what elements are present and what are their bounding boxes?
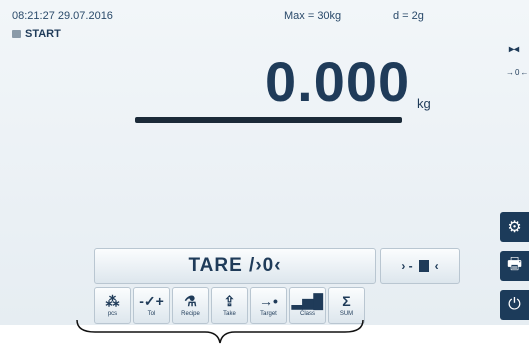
max-capacity: Max = 30kg	[284, 10, 342, 22]
flask-icon: ⚗	[184, 293, 197, 309]
print-button[interactable]: 🖶	[500, 251, 529, 281]
division: d = 2g	[393, 10, 424, 22]
tare-button[interactable]: TARE /›0‹	[94, 248, 376, 284]
weight-unit: kg	[417, 96, 431, 111]
power-button[interactable]: ⏻	[500, 290, 529, 320]
printer-icon: 🖶	[506, 255, 523, 273]
tolerance-label: Tol	[147, 311, 156, 317]
capacity-bar	[135, 117, 402, 123]
mode-label: START	[25, 28, 61, 40]
tolerance-icon: -✓+	[139, 293, 164, 309]
scale-screen: 08:21:27 29.07.2016 Max = 30kg d = 2g ST…	[0, 0, 529, 325]
class-label: Class	[299, 311, 315, 317]
upload-icon: ⇪	[223, 293, 236, 309]
zero-right-arrow-icon: ‹	[434, 259, 439, 273]
gear-icon: ⚙	[507, 219, 522, 236]
sum-label: SUM	[339, 311, 354, 317]
pcs-icon: ⁂	[105, 293, 120, 309]
stability-indicator: ▸◂	[509, 44, 520, 55]
weight-value: 0.000	[265, 50, 411, 113]
pcs-label: pcs	[107, 311, 118, 317]
datetime: 08:21:27 29.07.2016	[12, 10, 113, 22]
weight-block-icon	[418, 260, 429, 272]
power-icon: ⏻	[508, 296, 521, 313]
zero-indicator: →0←	[506, 68, 529, 77]
target-icon: →•	[259, 293, 278, 309]
class-icon: ▂▅█	[291, 293, 324, 309]
settings-button[interactable]: ⚙	[500, 212, 529, 242]
sigma-icon: Σ	[342, 293, 351, 309]
bracket-annotation	[76, 319, 364, 344]
zero-button[interactable]: › - ‹	[380, 248, 460, 284]
mode-indicator: START	[12, 28, 61, 40]
target-label: Target	[260, 311, 277, 317]
recipe-label: Recipe	[181, 311, 200, 317]
zero-left-arrows-icon: › -	[401, 259, 413, 273]
mode-icon	[12, 30, 21, 38]
take-label: Take	[223, 311, 236, 317]
